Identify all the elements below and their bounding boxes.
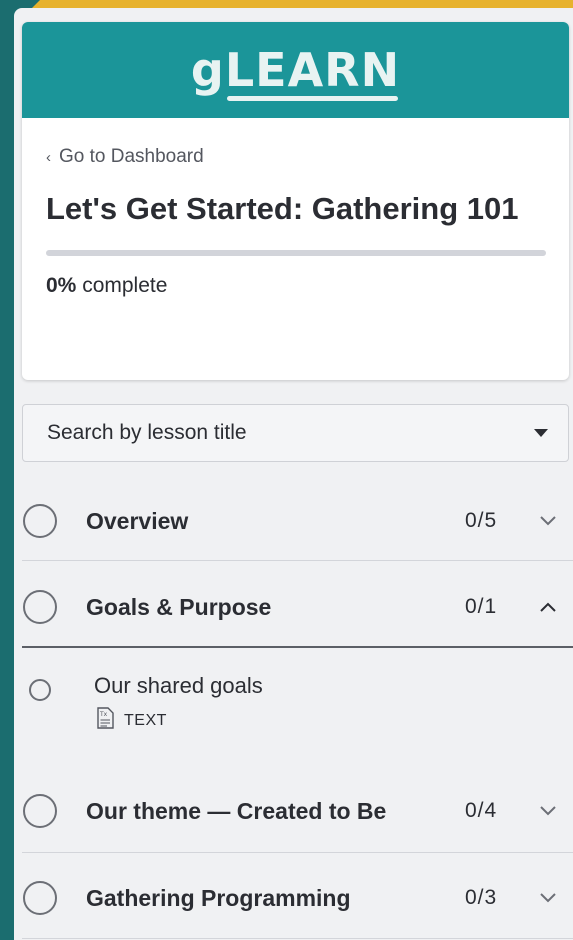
- lesson-status-circle-icon: [29, 679, 51, 701]
- section-divider: [22, 938, 573, 939]
- progress-bar: [46, 250, 546, 256]
- lesson-type-label: TEXT: [124, 711, 167, 729]
- course-sidebar: gLEARN ‹ Go to Dashboard Let's Get Start…: [14, 8, 573, 940]
- section-title: Overview: [86, 507, 189, 534]
- progress-percent: 0%: [46, 274, 77, 297]
- search-placeholder: Search by lesson title: [47, 421, 247, 444]
- logo-underline: [226, 96, 399, 101]
- progress-suffix: complete: [82, 274, 168, 297]
- caret-down-icon: [534, 429, 548, 437]
- course-header-card: gLEARN ‹ Go to Dashboard Let's Get Start…: [22, 22, 569, 380]
- lesson-type: Tx TEXT: [96, 707, 167, 734]
- progress-text: 0% complete: [46, 274, 545, 298]
- section-title: Gathering Programming: [86, 884, 351, 911]
- chevron-up-icon: [540, 599, 556, 615]
- chevron-down-icon: [540, 513, 556, 529]
- section-count: 0/4: [465, 799, 498, 822]
- back-link-label: Go to Dashboard: [59, 146, 204, 167]
- course-title: Let's Get Started: Gathering 101: [46, 191, 519, 226]
- section-overview[interactable]: Overview 0/5: [14, 478, 573, 564]
- svg-text:Tx: Tx: [99, 711, 108, 718]
- lesson-search-select[interactable]: Search by lesson title: [22, 404, 569, 462]
- status-circle-icon: [23, 794, 57, 828]
- text-document-icon: Tx: [96, 707, 114, 734]
- brand-banner: gLEARN: [22, 22, 569, 118]
- section-count: 0/1: [465, 595, 498, 618]
- section-count: 0/3: [465, 886, 498, 909]
- section-title: Goals & Purpose: [86, 593, 272, 620]
- background-teal-strip: [0, 0, 14, 940]
- back-to-dashboard-link[interactable]: ‹ Go to Dashboard: [46, 146, 204, 168]
- section-divider: [22, 852, 573, 853]
- glearn-logo[interactable]: gLEARN: [191, 47, 400, 101]
- section-goals-purpose[interactable]: Goals & Purpose 0/1: [14, 564, 573, 650]
- section-our-theme[interactable]: Our theme — Created to Be 0/4: [14, 768, 573, 854]
- section-gathering-programming[interactable]: Gathering Programming 0/3: [14, 855, 573, 940]
- chevron-down-icon: [540, 803, 556, 819]
- status-circle-icon: [23, 881, 57, 915]
- section-divider: [22, 560, 573, 561]
- chevron-down-icon: [540, 890, 556, 906]
- section-count: 0/5: [465, 509, 498, 532]
- section-divider-active: [22, 646, 573, 648]
- lesson-title: Our shared goals: [94, 673, 263, 698]
- logo-text: gLEARN: [190, 43, 401, 97]
- status-circle-icon: [23, 504, 57, 538]
- status-circle-icon: [23, 590, 57, 624]
- chevron-left-icon: ‹: [46, 148, 51, 166]
- section-title: Our theme — Created to Be: [86, 797, 387, 824]
